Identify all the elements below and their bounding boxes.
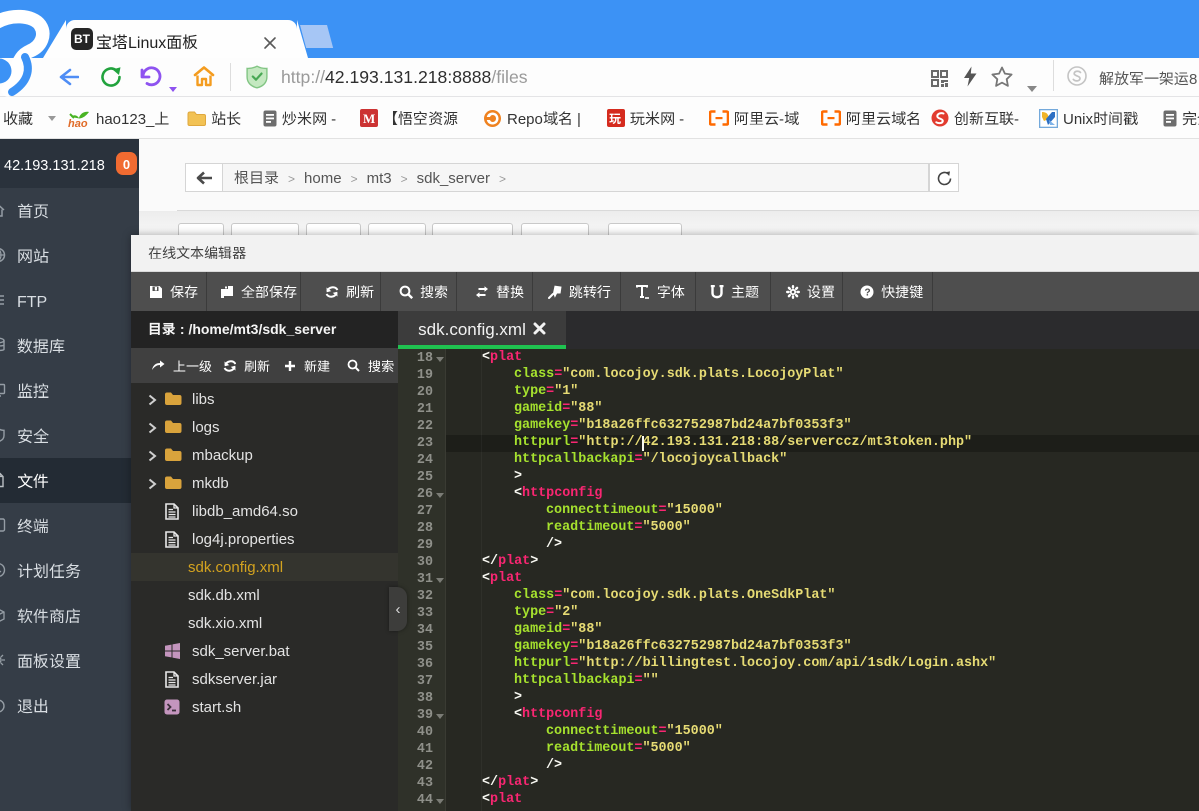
svg-text:hao: hao: [68, 118, 88, 128]
svg-text:?: ?: [865, 287, 871, 298]
svg-text:玩: 玩: [609, 110, 621, 127]
svg-text:M: M: [363, 111, 375, 126]
